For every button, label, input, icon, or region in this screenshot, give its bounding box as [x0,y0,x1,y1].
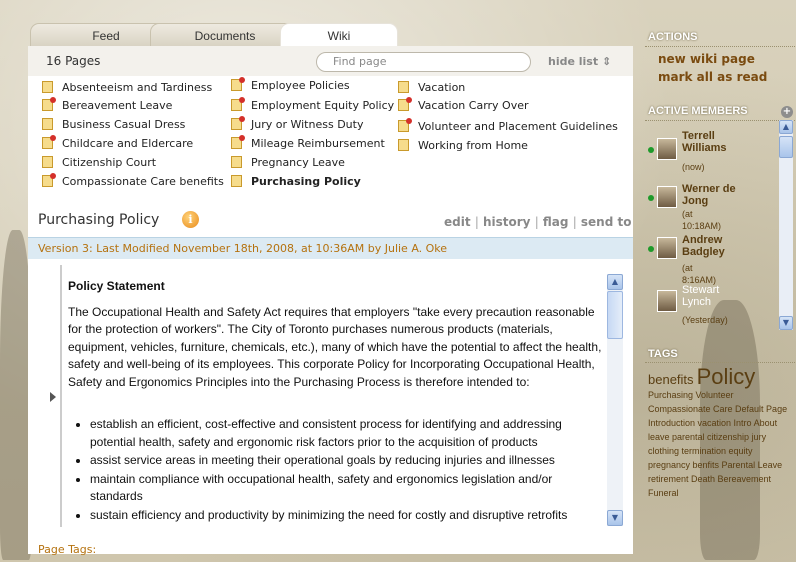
page-icon [398,139,409,151]
page-link[interactable]: Mileage Reimbursement [231,135,385,150]
tag-cloud: benefits Policy Purchasing Volunteer Com… [648,366,794,500]
page-link-current[interactable]: Purchasing Policy [231,175,361,188]
pinned-page-icon [42,135,56,149]
member-name[interactable]: Werner de Jong [682,183,742,207]
page-link[interactable]: Working from Home [398,139,528,152]
policy-body: The Occupational Health and Safety Act r… [68,304,602,389]
members-scroll-down-button[interactable]: ▼ [779,316,793,330]
member-time: (now) [682,162,705,172]
online-status-icon [648,246,654,252]
page-link[interactable]: Employment Equity Policy [231,97,394,112]
page-actions: edit | history | flag | send to [440,215,635,229]
expand-arrow-icon[interactable] [50,392,56,402]
avatar [657,138,677,160]
page-link[interactable]: Childcare and Eldercare [42,135,193,150]
page-link[interactable]: Volunteer and Placement Guidelines [398,118,618,133]
page-link[interactable]: Citizenship Court [42,156,156,169]
edit-link[interactable]: edit [440,215,475,229]
page-link[interactable]: Vacation [398,81,465,94]
page-link[interactable]: Employee Policies [231,77,350,92]
pinned-page-icon [231,135,245,149]
add-member-icon[interactable]: + [781,106,793,118]
page-link[interactable]: Vacation Carry Over [398,97,529,112]
version-info: Version 3: Last Modified November 18th, … [28,237,633,259]
page-icon [42,118,53,130]
mark-all-read-link[interactable]: mark all as read [658,70,767,84]
page-link[interactable]: Bereavement Leave [42,97,172,112]
policy-heading: Policy Statement [68,279,165,293]
page-link[interactable]: Jury or Witness Duty [231,116,363,131]
pinned-page-icon [42,97,56,111]
page-title: Purchasing Policy [38,212,160,228]
page-icon [398,81,409,93]
scroll-down-button[interactable]: ▼ [607,510,623,526]
members-scroll-up-button[interactable]: ▲ [779,120,793,134]
member-name[interactable]: Terrell Williams [682,130,727,154]
online-status-icon [648,147,654,153]
page-link[interactable]: Absenteeism and Tardiness [42,81,212,94]
find-page-input[interactable]: Find page [316,52,531,72]
member-time: (at 10:18AM) [682,209,722,231]
divider [645,362,795,363]
page-link[interactable]: Business Casual Dress [42,118,185,131]
members-scroll-thumb[interactable] [779,136,793,158]
policy-bullets: establish an efficient, cost-effective a… [68,416,608,524]
active-members-heading: ACTIVE MEMBERS [648,105,748,117]
member-name[interactable]: Andrew Badgley [682,234,742,258]
page-tags-label: Page Tags: [38,543,97,556]
divider [645,120,795,121]
list-item: sustain efficiency and productivity by m… [90,507,608,525]
list-item: maintain compliance with occupational he… [90,471,608,506]
tags-heading: TAGS [648,348,678,360]
pinned-page-icon [42,173,56,187]
actions-heading: ACTIONS [648,31,698,43]
member-name[interactable]: Stewart Lynch [682,284,732,308]
divider [645,46,795,47]
member-time: (at 8:16AM) [682,263,717,285]
tag-link[interactable]: benefits [648,372,694,387]
page-icon [231,156,242,168]
pinned-page-icon [398,118,412,132]
history-link[interactable]: history [479,215,535,229]
page-link[interactable]: Compassionate Care benefits [42,173,224,188]
pinned-page-icon [231,97,245,111]
flag-link[interactable]: flag [539,215,573,229]
pinned-page-icon [231,77,245,91]
hide-list-toggle[interactable]: hide list ⇕ [548,55,611,68]
scroll-up-button[interactable]: ▲ [607,274,623,290]
online-status-icon [648,195,654,201]
page-icon [231,175,242,187]
pinned-page-icon [398,97,412,111]
page-link[interactable]: Pregnancy Leave [231,156,345,169]
tab-wiki[interactable]: Wiki [280,23,398,47]
policy-content: Policy Statement The Occupational Health… [68,278,608,525]
page-icon [42,156,53,168]
avatar [657,290,677,312]
scroll-thumb[interactable] [607,291,623,339]
send-to-link[interactable]: send to [577,215,636,229]
page-icon [42,81,53,93]
page-count: 16 Pages [46,54,101,68]
list-item: establish an efficient, cost-effective a… [90,416,608,451]
tab-documents[interactable]: Documents [150,23,300,47]
avatar [657,186,677,208]
member-time: (Yesterday) [682,315,728,325]
tag-link[interactable]: Purchasing Volunteer Compassionate Care … [648,390,787,498]
avatar [657,237,677,259]
tag-link[interactable]: Policy [697,364,756,389]
list-item: assist service areas in meeting their op… [90,452,608,470]
info-icon[interactable]: i [182,211,199,228]
pinned-page-icon [231,116,245,130]
new-wiki-page-link[interactable]: new wiki page [658,52,755,66]
